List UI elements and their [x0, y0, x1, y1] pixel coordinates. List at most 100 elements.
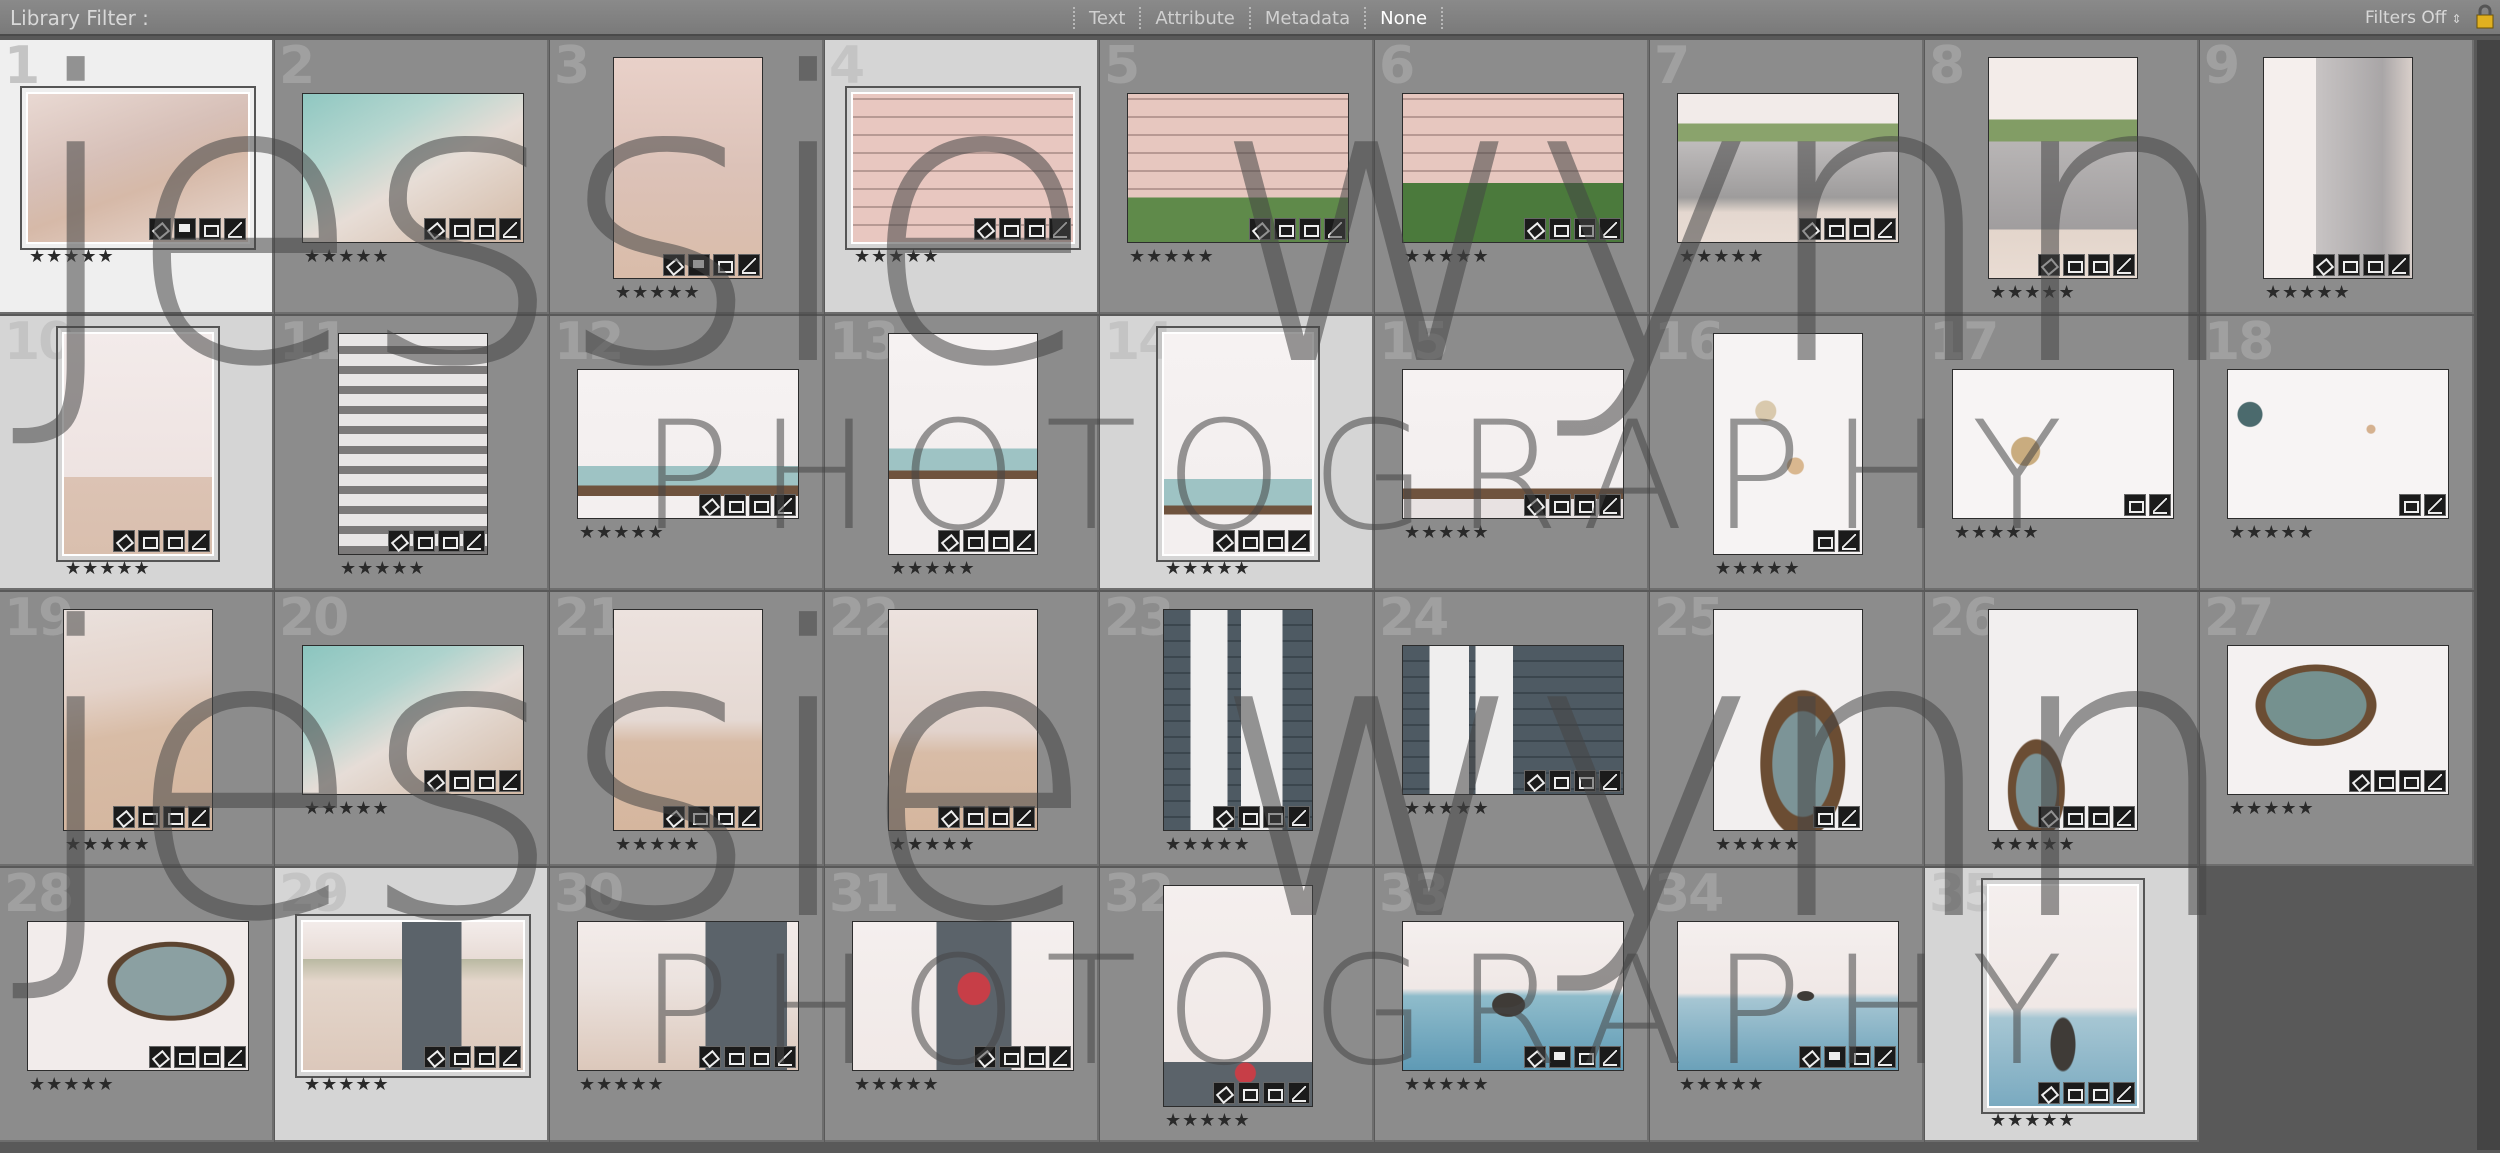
star-rating[interactable]: ★★★★★ — [579, 522, 665, 543]
crop-icon[interactable] — [749, 494, 771, 516]
develop-adjust-icon[interactable] — [1599, 218, 1621, 240]
photo-thumbnail[interactable] — [302, 645, 524, 795]
grid-cell[interactable]: 13 ★★★★★ — [825, 316, 1099, 590]
develop-adjust-icon[interactable] — [2424, 770, 2446, 792]
star-rating[interactable]: ★★★★★ — [1165, 1110, 1251, 1131]
photo-thumbnail[interactable] — [1952, 369, 2174, 519]
photo-grid[interactable]: 1 ★★★★★ 2 ★★★★★ 3 ★★★★★ 4 ★★★★★ 5 ★★★★★ 6 ★★★★★ 7 ★★★… — [0, 40, 2475, 1150]
star-rating[interactable]: ★★★★★ — [1404, 798, 1490, 819]
filter-tab-metadata[interactable]: Metadata — [1261, 8, 1354, 29]
crop-icon[interactable] — [1824, 218, 1846, 240]
star-rating[interactable]: ★★★★★ — [579, 1074, 665, 1095]
crop-icon[interactable] — [1813, 530, 1835, 552]
develop-adjust-icon[interactable] — [499, 770, 521, 792]
keyword-tag-icon[interactable] — [1799, 1046, 1821, 1068]
keyword-tag-icon[interactable] — [1213, 806, 1235, 828]
photo-thumbnail[interactable] — [1127, 93, 1349, 243]
photo-thumbnail[interactable] — [1677, 93, 1899, 243]
photo-thumbnail[interactable] — [27, 921, 249, 1071]
photo-thumbnail[interactable] — [302, 93, 524, 243]
photo-thumbnail[interactable] — [1988, 609, 2138, 831]
star-rating[interactable]: ★★★★★ — [1129, 246, 1215, 267]
develop-adjust-icon[interactable] — [188, 530, 210, 552]
photo-thumbnail[interactable] — [1162, 332, 1314, 556]
crop-icon[interactable] — [2088, 1082, 2110, 1104]
keyword-tag-icon[interactable] — [2349, 770, 2371, 792]
star-rating[interactable]: ★★★★★ — [65, 834, 151, 855]
crop-icon[interactable] — [1263, 1082, 1285, 1104]
photo-thumbnail[interactable] — [26, 92, 250, 244]
star-rating[interactable]: ★★★★★ — [1715, 558, 1801, 579]
crop-icon[interactable] — [438, 530, 460, 552]
crop-icon[interactable] — [963, 806, 985, 828]
lock-icon[interactable] — [2474, 3, 2496, 31]
star-rating[interactable]: ★★★★★ — [2229, 522, 2315, 543]
grid-cell[interactable]: 20 ★★★★★ — [275, 592, 549, 866]
keyword-tag-icon[interactable] — [1213, 1082, 1235, 1104]
crop-icon[interactable] — [1274, 218, 1296, 240]
develop-adjust-icon[interactable] — [774, 1046, 796, 1068]
star-rating[interactable]: ★★★★★ — [340, 558, 426, 579]
develop-adjust-icon[interactable] — [738, 254, 760, 276]
develop-adjust-icon[interactable] — [463, 530, 485, 552]
crop-icon[interactable] — [474, 218, 496, 240]
keyword-tag-icon[interactable] — [2038, 1082, 2060, 1104]
star-rating[interactable]: ★★★★★ — [1990, 282, 2076, 303]
grid-cell[interactable]: 11 ★★★★★ — [275, 316, 549, 590]
crop-icon[interactable] — [1813, 806, 1835, 828]
crop-icon[interactable] — [724, 494, 746, 516]
star-rating[interactable]: ★★★★★ — [65, 558, 151, 579]
crop-icon[interactable] — [988, 806, 1010, 828]
star-rating[interactable]: ★★★★★ — [1404, 246, 1490, 267]
photo-thumbnail[interactable] — [301, 920, 525, 1072]
crop-icon[interactable] — [1263, 806, 1285, 828]
photo-thumbnail[interactable] — [1713, 333, 1863, 555]
photo-thumbnail[interactable] — [1163, 609, 1313, 831]
develop-adjust-icon[interactable] — [1599, 494, 1621, 516]
photo-thumbnail[interactable] — [851, 92, 1075, 244]
star-rating[interactable]: ★★★★★ — [1679, 246, 1765, 267]
star-rating[interactable]: ★★★★★ — [304, 1074, 390, 1095]
photo-thumbnail[interactable] — [1988, 57, 2138, 279]
crop-icon[interactable] — [1574, 218, 1596, 240]
keyword-tag-icon[interactable] — [1524, 218, 1546, 240]
crop-icon[interactable] — [963, 530, 985, 552]
star-rating[interactable]: ★★★★★ — [854, 246, 940, 267]
filter-tab-attribute[interactable]: Attribute — [1151, 8, 1238, 29]
grid-cell[interactable]: 8 ★★★★★ — [1925, 40, 2199, 314]
crop-icon[interactable] — [1238, 1082, 1260, 1104]
crop-icon[interactable] — [688, 806, 710, 828]
photo-thumbnail[interactable] — [2227, 369, 2449, 519]
crop-icon[interactable] — [2063, 806, 2085, 828]
crop-icon[interactable] — [2088, 254, 2110, 276]
star-rating[interactable]: ★★★★★ — [2229, 798, 2315, 819]
keyword-tag-icon[interactable] — [149, 1046, 171, 1068]
crop-icon[interactable] — [1549, 494, 1571, 516]
crop-icon[interactable] — [2063, 1082, 2085, 1104]
keyword-tag-icon[interactable] — [663, 806, 685, 828]
crop-icon[interactable] — [1299, 218, 1321, 240]
photo-thumbnail[interactable] — [62, 332, 214, 556]
photo-thumbnail[interactable] — [1713, 609, 1863, 831]
grid-cell[interactable]: 28 ★★★★★ — [0, 868, 274, 1142]
keyword-tag-icon[interactable] — [113, 806, 135, 828]
crop-icon[interactable] — [713, 254, 735, 276]
grid-cell[interactable]: 16 ★★★★★ — [1650, 316, 1924, 590]
comment-icon[interactable] — [174, 218, 196, 240]
grid-cell[interactable]: 34 ★★★★★ — [1650, 868, 1924, 1142]
star-rating[interactable]: ★★★★★ — [1165, 834, 1251, 855]
keyword-tag-icon[interactable] — [974, 1046, 996, 1068]
grid-cell[interactable]: 19 ★★★★★ — [0, 592, 274, 866]
crop-icon[interactable] — [1574, 770, 1596, 792]
grid-scrollbar[interactable] — [2477, 40, 2500, 1150]
develop-adjust-icon[interactable] — [2149, 494, 2171, 516]
crop-icon[interactable] — [474, 1046, 496, 1068]
develop-adjust-icon[interactable] — [2113, 254, 2135, 276]
grid-cell[interactable]: 6 ★★★★★ — [1375, 40, 1649, 314]
keyword-tag-icon[interactable] — [938, 530, 960, 552]
photo-thumbnail[interactable] — [577, 921, 799, 1071]
crop-icon[interactable] — [1849, 1046, 1871, 1068]
grid-cell[interactable]: 7 ★★★★★ — [1650, 40, 1924, 314]
grid-cell[interactable]: 29 ★★★★★ — [275, 868, 549, 1142]
crop-icon[interactable] — [474, 770, 496, 792]
